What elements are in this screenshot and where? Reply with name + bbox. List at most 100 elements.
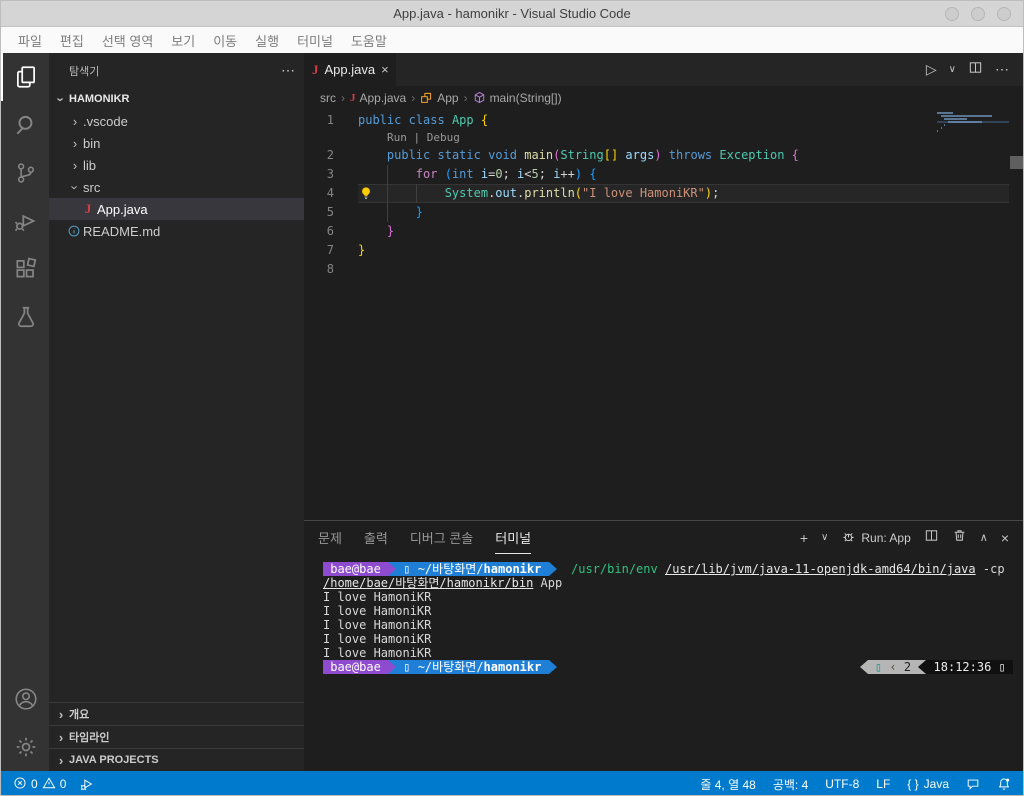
menu-bar: 파일편집선택 영역보기이동실행터미널도움말 xyxy=(1,27,1023,53)
error-icon xyxy=(13,776,27,793)
terminal[interactable]: bae@bae ▯ ~/바탕화면/hamonikr /usr/bin/env /… xyxy=(304,554,1023,771)
tree-item-app.java[interactable]: JApp.java xyxy=(49,198,304,220)
encoding-status[interactable]: UTF-8 xyxy=(825,777,859,791)
vscode-window: App.java - hamonikr - Visual Studio Code… xyxy=(0,0,1024,796)
cursor-position[interactable]: 줄 4, 열 48 xyxy=(700,776,755,793)
kill-terminal-icon[interactable] xyxy=(952,528,967,548)
window-button-3[interactable] xyxy=(997,7,1011,21)
explorer-sidebar: 탐색기 ⋯ › HAMONIKR ›.vscode›bin›lib›srcJAp… xyxy=(49,53,304,771)
panel-tab-문제[interactable]: 문제 xyxy=(318,521,342,554)
panel-actions: + ∨ Run: App ∧ × xyxy=(800,528,1009,548)
editor-scrollbar[interactable] xyxy=(1010,156,1023,169)
minimap-line xyxy=(937,121,1009,123)
code-line-7[interactable]: 7} xyxy=(304,241,1023,260)
panel-tab-출력[interactable]: 출력 xyxy=(364,521,388,554)
source-control-icon[interactable] xyxy=(1,149,49,197)
menu-item-편집[interactable]: 편집 xyxy=(51,31,93,50)
glyph-margin xyxy=(344,184,358,203)
search-icon[interactable] xyxy=(1,101,49,149)
workbench: 탐색기 ⋯ › HAMONIKR ›.vscode›bin›lib›srcJAp… xyxy=(1,53,1023,771)
tab-close-icon[interactable]: × xyxy=(381,62,389,77)
tree-item-.vscode[interactable]: ›.vscode xyxy=(49,110,304,132)
minimap-line xyxy=(937,115,1009,117)
section-java-projects[interactable]: ›JAVA PROJECTS xyxy=(49,748,304,771)
section-타임라인[interactable]: ›타임라인 xyxy=(49,725,304,748)
editor-more-icon[interactable]: ⋯ xyxy=(995,61,1009,78)
code-line-5[interactable]: 5 } xyxy=(304,203,1023,222)
menu-item-도움말[interactable]: 도움말 xyxy=(342,31,396,50)
powerline-arrow xyxy=(549,562,557,576)
breadcrumb-main-string-[interactable]: main(String[]) xyxy=(473,91,562,105)
tree-root-hamonikr[interactable]: › HAMONIKR xyxy=(49,88,304,110)
code-line-8[interactable]: 8 xyxy=(304,260,1023,279)
line-number: 8 xyxy=(304,260,344,279)
tree-item-bin[interactable]: ›bin xyxy=(49,132,304,154)
extensions-icon[interactable] xyxy=(1,245,49,293)
menu-item-이동[interactable]: 이동 xyxy=(204,31,246,50)
feedback-icon[interactable] xyxy=(966,777,980,791)
terminal-text xyxy=(658,562,665,576)
terminal-text: hamonikr xyxy=(484,562,549,576)
code-line-1[interactable]: 1public class App { xyxy=(304,111,1023,130)
glyph-margin xyxy=(344,111,358,130)
minimap[interactable] xyxy=(937,112,1009,146)
debug-status-icon[interactable] xyxy=(80,777,94,791)
run-debug-icon[interactable] xyxy=(1,197,49,245)
codelens-run-debug[interactable]: Run | Debug xyxy=(304,130,1023,146)
problems-status[interactable]: 0 0 xyxy=(13,776,66,793)
menu-item-선택 영역[interactable]: 선택 영역 xyxy=(93,31,162,50)
new-terminal-button[interactable]: + xyxy=(800,530,808,546)
notifications-bell-icon[interactable] xyxy=(997,777,1011,791)
code-line-4[interactable]: 4 System.out.println("I love HamoniKR"); xyxy=(304,184,1023,203)
split-editor-button[interactable] xyxy=(968,60,983,80)
terminal-dropdown-icon[interactable]: ∨ xyxy=(821,532,828,543)
maximize-panel-icon[interactable]: ∧ xyxy=(980,531,988,544)
breadcrumb-app[interactable]: App xyxy=(420,91,458,105)
window-title: App.java - hamonikr - Visual Studio Code xyxy=(393,6,631,21)
code-line-3[interactable]: 3 for (int i=0; i<5; i++) { xyxy=(304,165,1023,184)
tree-item-readme.md[interactable]: README.md xyxy=(49,220,304,242)
section-label: 타임라인 xyxy=(69,729,109,745)
menu-item-파일[interactable]: 파일 xyxy=(9,31,51,50)
breadcrumb-app-java[interactable]: JApp.java xyxy=(350,91,406,105)
menu-item-보기[interactable]: 보기 xyxy=(162,31,204,50)
tree-item-lib[interactable]: ›lib xyxy=(49,154,304,176)
language-status[interactable]: { } Java xyxy=(907,777,949,791)
tree-root-label: HAMONIKR xyxy=(69,93,130,105)
terminal-instance-run-app[interactable]: Run: App xyxy=(841,529,910,547)
panel-tab-터미널[interactable]: 터미널 xyxy=(495,521,531,554)
title-bar[interactable]: App.java - hamonikr - Visual Studio Code xyxy=(1,1,1023,27)
status-bar: 0 0 줄 4, 열 48 공백: 4 UTF-8 LF { } Java xyxy=(1,771,1023,796)
tab-app-java[interactable]: J App.java × xyxy=(304,53,396,86)
code-editor[interactable]: 1public class App {Run | Debug2 public s… xyxy=(304,109,1023,520)
eol-status[interactable]: LF xyxy=(876,777,890,791)
codelens-label: Run | Debug xyxy=(358,130,1009,146)
close-panel-icon[interactable]: × xyxy=(1001,530,1009,546)
breadcrumb-label: App xyxy=(437,91,458,105)
run-button[interactable]: ▷ xyxy=(926,61,937,78)
breadcrumb-src[interactable]: src xyxy=(320,91,336,105)
window-button-2[interactable] xyxy=(971,7,985,21)
split-terminal-button[interactable] xyxy=(924,528,939,548)
tree-item-label: App.java xyxy=(97,202,148,217)
window-button-1[interactable] xyxy=(945,7,959,21)
panel-tab-디버그-콘솔[interactable]: 디버그 콘솔 xyxy=(410,521,473,554)
indentation-status[interactable]: 공백: 4 xyxy=(773,776,808,793)
code-line-content xyxy=(358,260,1009,279)
settings-icon[interactable] xyxy=(1,723,49,771)
code-line-2[interactable]: 2 public static void main(String[] args)… xyxy=(304,146,1023,165)
code-line-6[interactable]: 6 } xyxy=(304,222,1023,241)
section-개요[interactable]: ›개요 xyxy=(49,702,304,725)
explorer-icon[interactable] xyxy=(1,53,49,101)
account-icon[interactable] xyxy=(1,675,49,723)
lightbulb-icon[interactable] xyxy=(359,186,373,200)
run-dropdown-icon[interactable]: ∨ xyxy=(949,64,956,75)
chevron-right-icon: › xyxy=(53,707,69,722)
glyph-margin xyxy=(344,222,358,241)
tree-item-src[interactable]: ›src xyxy=(49,176,304,198)
menu-item-터미널[interactable]: 터미널 xyxy=(288,31,342,50)
sidebar-more-icon[interactable]: ⋯ xyxy=(281,62,296,79)
menu-item-실행[interactable]: 실행 xyxy=(246,31,288,50)
testing-icon[interactable] xyxy=(1,293,49,341)
terminal-text: I love HamoniKR xyxy=(323,604,431,618)
